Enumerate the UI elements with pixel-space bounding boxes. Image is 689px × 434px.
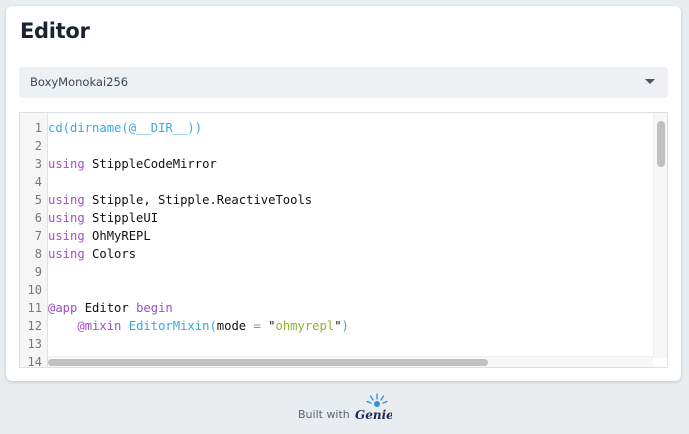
- code-line[interactable]: 10: [20, 281, 667, 299]
- horizontal-scrollbar[interactable]: [48, 356, 653, 367]
- line-number: 6: [34, 211, 42, 225]
- code-token: ": [334, 319, 342, 333]
- code-token: begin: [136, 301, 173, 315]
- genie-logo-text: Genie: [355, 408, 392, 422]
- code-text[interactable]: using StippleUI: [48, 209, 158, 227]
- code-text[interactable]: using Colors: [48, 245, 136, 263]
- line-number: 11: [27, 301, 42, 315]
- code-token: Stipple, Stipple.ReactiveTools: [84, 193, 313, 207]
- code-line[interactable]: 4: [20, 173, 667, 191]
- line-number: 7: [34, 229, 42, 243]
- code-text[interactable]: cd(dirname(@__DIR__)): [48, 119, 202, 137]
- code-token: =: [246, 319, 269, 333]
- code-token: using: [48, 157, 85, 171]
- code-token: EditorMixin(: [121, 319, 217, 333]
- code-token: Editor: [77, 301, 137, 315]
- line-number: 14: [27, 355, 42, 368]
- code-text[interactable]: using StippleCodeMirror: [48, 155, 217, 173]
- code-token: StippleCodeMirror: [84, 157, 217, 171]
- code-line[interactable]: 11 @app Editor begin: [20, 299, 667, 317]
- code-token: ): [341, 319, 349, 333]
- code-token: ohmyrepl: [275, 319, 335, 333]
- code-text[interactable]: using OhMyREPL: [48, 227, 151, 245]
- theme-select-value: BoxyMonokai256: [30, 75, 129, 89]
- code-token: using: [48, 247, 85, 261]
- editor-card: Editor BoxyMonokai256 1 cd(dirname(@__DIR…: [6, 6, 681, 381]
- code-token: @__DIR__: [128, 121, 188, 135]
- code-token: using: [48, 229, 85, 243]
- theme-select[interactable]: BoxyMonokai256: [19, 67, 668, 98]
- code-line[interactable]: 3 using StippleCodeMirror: [20, 155, 667, 173]
- code-line[interactable]: 5 using Stipple, Stipple.ReactiveTools: [20, 191, 667, 209]
- code-text[interactable]: using Stipple, Stipple.ReactiveTools: [48, 191, 312, 209]
- code-token: cd(dirname(: [48, 121, 129, 135]
- caret-down-icon[interactable]: [645, 79, 655, 84]
- code-token: @app: [48, 301, 78, 315]
- code-line[interactable]: 6 using StippleUI: [20, 209, 667, 227]
- line-number: 1: [34, 121, 42, 135]
- code-token: Colors: [84, 247, 137, 261]
- code-line[interactable]: 8 using Colors: [20, 245, 667, 263]
- code-line[interactable]: 2: [20, 137, 667, 155]
- line-number: 9: [34, 265, 42, 279]
- line-number: 13: [27, 337, 42, 351]
- footer: Built with Genie: [0, 388, 689, 428]
- horizontal-scrollbar-thumb[interactable]: [48, 359, 488, 366]
- code-lines[interactable]: 1 cd(dirname(@__DIR__)) 2 3 using StippleCod…: [20, 119, 667, 368]
- vertical-scrollbar[interactable]: [653, 113, 667, 358]
- line-number: 4: [34, 175, 42, 189]
- code-line[interactable]: 1 cd(dirname(@__DIR__)): [20, 119, 667, 137]
- code-token: OhMyREPL: [84, 229, 151, 243]
- code-token: mode: [216, 319, 247, 333]
- page-title: Editor: [20, 19, 90, 43]
- line-number: 5: [34, 193, 42, 207]
- code-line[interactable]: 9: [20, 263, 667, 281]
- code-token: using: [48, 211, 85, 225]
- code-line[interactable]: 12 @mixin EditorMixin(mode = "ohmyrepl"): [20, 317, 667, 335]
- code-token: ": [268, 319, 276, 333]
- code-line[interactable]: 7 using OhMyREPL: [20, 227, 667, 245]
- code-token: StippleUI: [84, 211, 159, 225]
- code-token: )): [187, 121, 203, 135]
- code-text[interactable]: @mixin EditorMixin(mode = "ohmyrepl"): [48, 317, 349, 335]
- line-number: 2: [34, 139, 42, 153]
- vertical-scrollbar-thumb[interactable]: [657, 121, 665, 167]
- code-text[interactable]: @app Editor begin: [48, 299, 173, 317]
- code-token: @mixin: [77, 319, 122, 333]
- genie-logo-icon[interactable]: Genie: [352, 390, 392, 424]
- built-with-label: Built with: [298, 408, 350, 421]
- code-line[interactable]: 13: [20, 335, 667, 353]
- line-number: 12: [27, 319, 42, 333]
- line-number: 10: [27, 283, 42, 297]
- line-number: 8: [34, 247, 42, 261]
- line-number: 3: [34, 157, 42, 171]
- code-editor[interactable]: 1 cd(dirname(@__DIR__)) 2 3 using StippleCod…: [19, 112, 668, 368]
- code-token: using: [48, 193, 85, 207]
